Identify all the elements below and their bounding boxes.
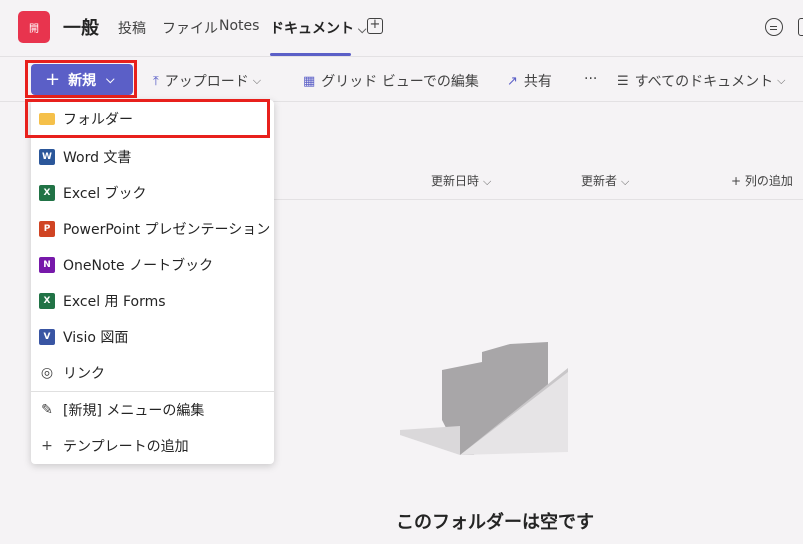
add-column-button[interactable]: + 列の追加	[731, 172, 793, 189]
powerpoint-icon: P	[39, 221, 55, 237]
menu-item-folder[interactable]: フォルダー	[31, 101, 274, 137]
grid-view-edit-button[interactable]: ▦ グリッド ビューでの編集	[303, 71, 479, 91]
channel-name: 一般	[63, 18, 99, 39]
chevron-down-icon: ⌵	[621, 175, 630, 188]
new-button[interactable]: + 新規 ⌵	[31, 64, 133, 95]
channel-header: 開 一般 投稿 ファイル Notes ドキュメント ⌵ +	[0, 0, 803, 57]
grid-icon: ▦	[303, 73, 316, 89]
chevron-down-icon: ⌵	[483, 175, 492, 188]
visio-icon: V	[39, 329, 55, 345]
new-dropdown-menu: フォルダー W Word 文書 X Excel ブック P PowerPoint プレ…	[31, 100, 274, 464]
chevron-down-icon: ⌵	[777, 74, 786, 87]
new-button-label: 新規	[68, 72, 97, 89]
menu-item-forms[interactable]: X Excel 用 Forms	[31, 283, 274, 319]
pencil-icon: ✎	[41, 402, 53, 418]
upload-button[interactable]: ⤒ アップロード ⌵	[153, 71, 261, 91]
menu-item-add-template[interactable]: + テンプレートの追加	[31, 428, 274, 464]
menu-item-onenote[interactable]: N OneNote ノートブック	[31, 247, 274, 283]
upload-icon: ⤒	[153, 73, 159, 89]
more-button[interactable]: ···	[584, 71, 597, 87]
chat-icon[interactable]	[765, 18, 783, 36]
menu-item-visio[interactable]: V Visio 図面	[31, 319, 274, 355]
team-avatar[interactable]: 開	[18, 11, 50, 43]
expand-icon[interactable]	[798, 18, 803, 36]
tab-posts[interactable]: 投稿	[118, 18, 146, 38]
plus-icon: +	[45, 69, 61, 90]
list-icon: ☰	[617, 73, 629, 89]
menu-item-link[interactable]: ◎ リンク	[31, 355, 274, 391]
active-tab-indicator	[270, 53, 351, 56]
share-button[interactable]: ↗ 共有	[507, 71, 552, 91]
menu-item-edit-new-menu[interactable]: ✎ [新規] メニューの編集	[31, 392, 274, 428]
menu-item-word[interactable]: W Word 文書	[31, 139, 274, 175]
add-tab-icon[interactable]: +	[367, 18, 383, 34]
tab-notes[interactable]: Notes	[219, 18, 259, 34]
menu-item-excel[interactable]: X Excel ブック	[31, 175, 274, 211]
chevron-down-icon: ⌵	[358, 23, 367, 36]
plus-icon: +	[731, 174, 745, 188]
folder-icon	[39, 113, 55, 125]
empty-folder-illustration	[400, 342, 568, 455]
empty-state-title: このフォルダーは空です	[396, 512, 594, 533]
word-icon: W	[39, 149, 55, 165]
view-selector[interactable]: ☰ すべてのドキュメント ⌵	[617, 71, 785, 91]
folder-shadow	[400, 426, 460, 455]
globe-icon: ◎	[40, 365, 54, 381]
tab-files[interactable]: ファイル	[162, 18, 218, 38]
header-divider	[274, 199, 803, 200]
column-modified[interactable]: 更新日時 ⌵	[431, 172, 491, 189]
chevron-down-icon: ⌵	[106, 72, 115, 86]
share-icon: ↗	[507, 73, 518, 89]
excel-icon: X	[39, 185, 55, 201]
chevron-down-icon: ⌵	[252, 74, 262, 87]
menu-item-powerpoint[interactable]: P PowerPoint プレゼンテーション	[31, 211, 274, 247]
column-modified-by[interactable]: 更新者 ⌵	[581, 172, 629, 189]
tab-documents[interactable]: ドキュメント ⌵	[270, 18, 366, 38]
plus-icon: +	[41, 438, 53, 454]
forms-icon: X	[39, 293, 55, 309]
onenote-icon: N	[39, 257, 55, 273]
